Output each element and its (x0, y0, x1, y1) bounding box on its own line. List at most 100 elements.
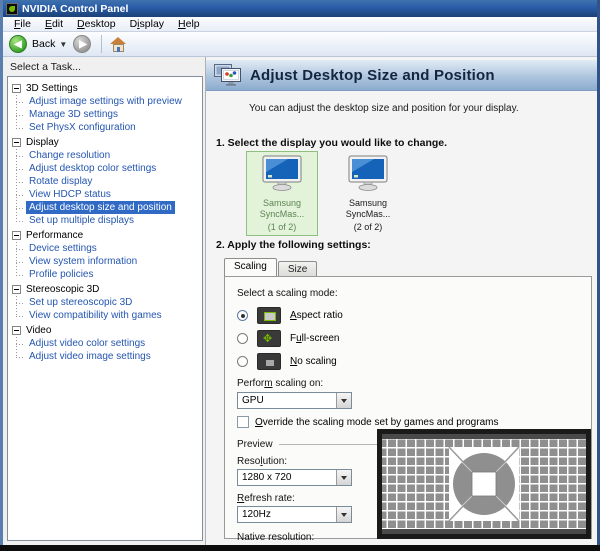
tree-task-link[interactable]: Adjust desktop color settings (26, 162, 159, 175)
forward-arrow-icon: ▶ (79, 40, 87, 50)
scaling-tab-panel: Select a scaling mode: Aspect ratio ✥ Fu… (224, 276, 592, 539)
tree-category-label: Video (26, 325, 51, 336)
tree-task-link[interactable]: Manage 3D settings (26, 108, 121, 121)
back-button[interactable]: ◀ (9, 35, 27, 53)
tree-category[interactable]: Display (12, 136, 200, 149)
full-screen-label: Full-screen (290, 333, 339, 344)
perform-scaling-select[interactable]: GPU (237, 392, 352, 409)
back-dropdown-caret-icon[interactable]: ▼ (59, 40, 67, 49)
tree-task-link[interactable]: Set PhysX configuration (26, 121, 139, 134)
tree-category[interactable]: 3D Settings (12, 82, 200, 95)
display-index: (1 of 2) (249, 222, 315, 233)
menu-help[interactable]: Help (171, 18, 207, 30)
no-scaling-icon (257, 353, 281, 370)
radio-button[interactable] (237, 333, 248, 344)
collapse-icon[interactable] (12, 231, 21, 240)
radio-no-scaling[interactable]: No scaling (237, 353, 337, 370)
toolbar-separator (101, 35, 102, 53)
tab-scaling[interactable]: Scaling (224, 258, 277, 276)
tree-task-link[interactable]: Adjust image settings with preview (26, 95, 185, 108)
menu-edit[interactable]: Edit (38, 18, 70, 30)
tree-task-link[interactable]: View compatibility with games (26, 309, 165, 322)
radio-full-screen[interactable]: ✥ Full-screen (237, 330, 339, 347)
step2-heading: 2. Apply the following settings: (216, 239, 371, 251)
perform-scaling-label: Perform scaling on: (237, 378, 323, 389)
collapse-icon[interactable] (12, 138, 21, 147)
monitor-icon (259, 184, 305, 196)
tree-task-link[interactable]: View system information (26, 255, 140, 268)
refresh-rate-label: Refresh rate: (237, 493, 295, 504)
page-header: Adjust Desktop Size and Position (206, 60, 597, 91)
collapse-icon[interactable] (12, 326, 21, 335)
radio-button[interactable] (237, 310, 248, 321)
scaling-mode-label: Select a scaling mode: (237, 288, 338, 299)
tree-task-link[interactable]: Change resolution (26, 149, 113, 162)
combo-arrow-icon[interactable] (336, 393, 351, 408)
title-bar: NVIDIA Control Panel (3, 0, 597, 17)
radio-aspect-ratio[interactable]: Aspect ratio (237, 307, 343, 324)
collapse-icon[interactable] (12, 84, 21, 93)
back-arrow-icon: ◀ (14, 40, 22, 50)
tab-size[interactable]: Size (278, 261, 317, 276)
tree-section: Stereoscopic 3DSet up stereoscopic 3DVie… (12, 283, 200, 322)
scaling-preview-image (377, 429, 591, 539)
tree-task-link[interactable]: Device settings (26, 242, 100, 255)
tree-section: VideoAdjust video color settingsAdjust v… (12, 324, 200, 363)
menu-file[interactable]: File (7, 18, 38, 30)
tree-category[interactable]: Video (12, 324, 200, 337)
tree-category-label: Display (26, 137, 59, 148)
refresh-rate-value: 120Hz (238, 509, 336, 520)
display-selector: Samsung SyncMas...(1 of 2)Samsung SyncMa… (246, 151, 404, 236)
tree-task-link[interactable]: Profile policies (26, 268, 96, 281)
app-window: NVIDIA Control Panel File Edit Desktop D… (0, 0, 600, 551)
tree-task-link[interactable]: Rotate display (26, 175, 95, 188)
page-title-icon (213, 63, 243, 87)
home-icon[interactable] (110, 37, 127, 52)
menu-display[interactable]: Display (123, 18, 171, 30)
combo-arrow-icon[interactable] (336, 507, 351, 522)
back-button-label[interactable]: Back (32, 38, 55, 50)
resolution-value: 1280 x 720 (238, 472, 336, 483)
tree-category[interactable]: Stereoscopic 3D (12, 283, 200, 296)
tree-category-label: Stereoscopic 3D (26, 284, 99, 295)
display-item[interactable]: Samsung SyncMas...(2 of 2) (332, 151, 404, 236)
override-checkbox-row[interactable]: Override the scaling mode set by games a… (237, 416, 498, 428)
aspect-ratio-label: Aspect ratio (290, 310, 343, 321)
tree-task-link[interactable]: Set up stereoscopic 3D (26, 296, 135, 309)
tree-task-link[interactable]: View HDCP status (26, 188, 114, 201)
tab-strip: Scaling Size (224, 258, 317, 276)
tree-section: 3D SettingsAdjust image settings with pr… (12, 82, 200, 134)
refresh-rate-select[interactable]: 120Hz (237, 506, 352, 523)
tree-category[interactable]: Performance (12, 229, 200, 242)
tree-task-link[interactable]: Adjust video image settings (26, 350, 154, 363)
display-item[interactable]: Samsung SyncMas... (1 of 2) (246, 151, 318, 236)
toolbar: ◀ Back ▼ ▶ (3, 32, 597, 57)
sidebar: Select a Task... 3D SettingsAdjust image… (3, 57, 205, 545)
nvidia-logo-icon (6, 3, 18, 15)
collapse-icon[interactable] (12, 285, 21, 294)
combo-arrow-icon[interactable] (336, 470, 351, 485)
resolution-select[interactable]: 1280 x 720 (237, 469, 352, 486)
window-title: NVIDIA Control Panel (22, 3, 128, 15)
tree-section: DisplayChange resolutionAdjust desktop c… (12, 136, 200, 227)
menu-desktop[interactable]: Desktop (70, 18, 123, 30)
tree-section: PerformanceDevice settingsView system in… (12, 229, 200, 281)
display-label: Samsung SyncMas... (335, 198, 401, 220)
tree-task-link[interactable]: Adjust desktop size and position (26, 201, 175, 214)
tree-category-label: Performance (26, 230, 83, 241)
main-panel: Adjust Desktop Size and Position You can… (205, 57, 597, 545)
forward-button[interactable]: ▶ (73, 35, 91, 53)
override-checkbox[interactable] (237, 416, 249, 428)
radio-button[interactable] (237, 356, 248, 367)
window-bottom-edge (0, 545, 600, 551)
monitor-icon (345, 184, 391, 196)
sidebar-header: Select a Task... (7, 60, 203, 76)
tree-task-link[interactable]: Adjust video color settings (26, 337, 148, 350)
task-tree: 3D SettingsAdjust image settings with pr… (7, 76, 203, 541)
tree-task-link[interactable]: Set up multiple displays (26, 214, 137, 227)
override-label: Override the scaling mode set by games a… (255, 417, 498, 428)
tree-category-label: 3D Settings (26, 83, 78, 94)
full-screen-icon: ✥ (257, 330, 281, 347)
display-label: Samsung SyncMas... (249, 198, 315, 220)
page-title: Adjust Desktop Size and Position (250, 67, 495, 84)
